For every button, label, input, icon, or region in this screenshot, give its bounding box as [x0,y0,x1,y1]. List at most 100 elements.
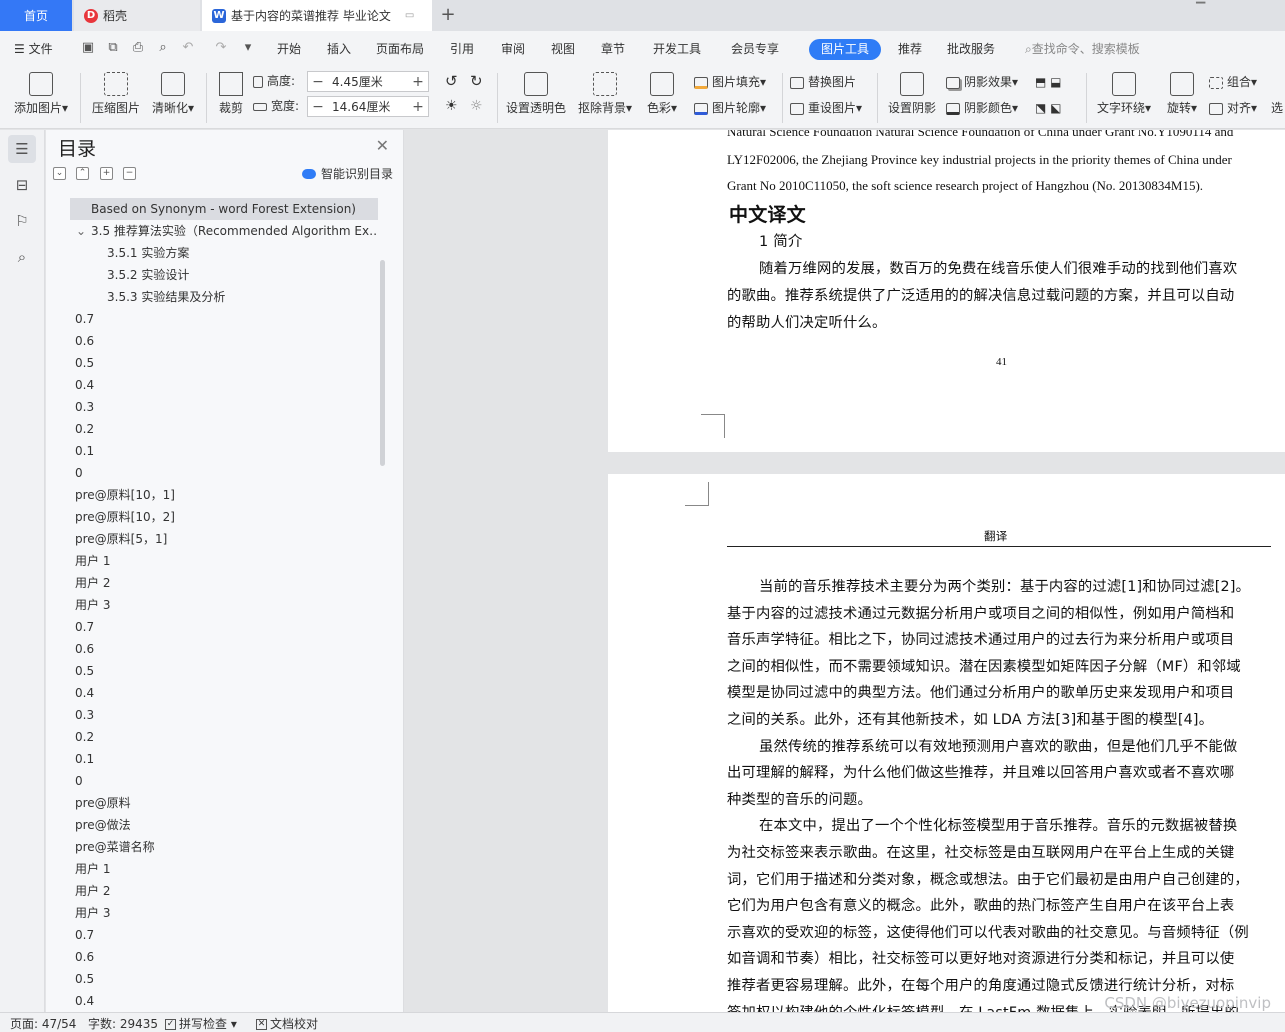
toc-item[interactable]: 0.4 [70,990,378,1010]
compress-picture-button[interactable]: 压缩图片 [88,67,144,116]
toc-item[interactable]: pre@原料[5，1] [70,528,378,550]
page-indicator[interactable]: 页面: 47/54 [10,1015,76,1032]
crop-button[interactable]: 裁剪 [214,67,248,116]
menu-recommend[interactable]: 推荐 [898,31,922,67]
toc-item[interactable]: 0.6 [70,330,378,352]
toc-item[interactable]: 0.5 [70,660,378,682]
tab-docer[interactable]: D 稻壳 [74,0,200,31]
toc-item[interactable]: 0.3 [70,704,378,726]
sharpen-button[interactable]: 清晰化▾ [148,67,198,116]
shadow-up-icon[interactable]: ⬒ ⬓ [1035,72,1062,92]
new-tab-button[interactable]: + [438,4,458,26]
tab-home[interactable]: 首页 [0,0,72,31]
align-button[interactable]: 对齐▾ [1209,98,1257,118]
more-quick-access-icon[interactable]: ▾ [240,40,256,56]
reset-picture-button[interactable]: 重设图片▾ [790,98,862,118]
toc-item[interactable]: 0.4 [70,682,378,704]
menu-correction[interactable]: 批改服务 [947,31,995,67]
set-transparent-button[interactable]: 设置透明色 [503,67,569,116]
smart-toc-button[interactable]: 智能识别目录 [301,165,393,182]
toc-panel-icon[interactable]: ☰ [8,135,36,163]
width-increase-button[interactable]: + [408,99,428,115]
add-heading-icon[interactable]: + [100,167,113,180]
menu-page-layout[interactable]: 页面布局 [376,31,424,67]
toc-item[interactable]: 0.7 [70,616,378,638]
width-spinner[interactable]: −14.64厘米 + [307,96,429,117]
toc-item[interactable]: 用户 3 [70,902,378,924]
height-increase-button[interactable]: + [408,74,428,90]
toc-item[interactable]: 0.2 [70,726,378,748]
menu-references[interactable]: 引用 [450,31,474,67]
search-panel-icon[interactable]: ⌕ [8,243,36,271]
document-area[interactable]: Natural Science Foundation Natural Scien… [405,130,1285,1012]
file-menu[interactable]: ☰ 文件 [14,31,53,67]
toc-heading-item[interactable]: Based on Synonym - word Forest Extension… [70,198,378,220]
rotate-left-icon[interactable]: ↺ [445,71,458,91]
close-icon[interactable]: ✕ [376,136,389,155]
group-button[interactable]: 组合▾ [1209,72,1257,92]
height-spinner[interactable]: −4.45厘米 + [307,71,429,92]
rotate-button[interactable]: 旋转▾ [1162,67,1202,116]
doc-proofread-button[interactable]: ✕ 文档校对 [256,1015,318,1032]
set-shadow-button[interactable]: 设置阴影 [884,67,940,116]
select-button[interactable]: 选 [1271,98,1283,118]
toc-item[interactable]: pre@原料[10，1] [70,484,378,506]
brightness-down-icon[interactable]: ☼ [470,96,483,116]
menu-start[interactable]: 开始 [277,31,301,67]
menu-insert[interactable]: 插入 [327,31,351,67]
toc-item[interactable]: 0.2 [70,418,378,440]
toc-item[interactable]: 0.4 [70,374,378,396]
spell-check-toggle[interactable]: ✓ 拼写检查 ▾ [165,1015,237,1032]
picture-fill-button[interactable]: 图片填充▾ [694,72,766,92]
toc-item[interactable]: 用户 2 [70,572,378,594]
command-search[interactable]: ⌕查找命令、搜索模板 [1025,31,1140,67]
save-icon[interactable]: ▣ [80,40,96,56]
toc-item[interactable]: 用户 3 [70,594,378,616]
toc-item[interactable]: 0.5 [70,352,378,374]
brightness-up-icon[interactable]: ☀ [445,96,458,116]
print-icon[interactable]: ⎙ [130,40,146,56]
toc-item[interactable]: 用户 1 [70,858,378,880]
outline-panel-icon[interactable]: ⊟ [8,171,36,199]
rotate-right-icon[interactable]: ↻ [470,71,483,91]
toc-item[interactable]: 用户 1 [70,550,378,572]
height-value[interactable]: 4.45厘米 [328,73,408,90]
collapse-all-icon[interactable]: ⌄ [53,167,66,180]
picture-outline-button[interactable]: 图片轮廓▾ [694,98,766,118]
shadow-color-button[interactable]: 阴影颜色▾ [946,98,1018,118]
expand-all-icon[interactable]: ⌃ [76,167,89,180]
toc-item[interactable]: 0.7 [70,308,378,330]
text-wrap-button[interactable]: 文字环绕▾ [1093,67,1155,116]
toc-item[interactable]: 0 [70,462,378,484]
toc-item[interactable]: pre@原料 [70,792,378,814]
remove-heading-icon[interactable]: − [123,167,136,180]
toc-item[interactable]: 0.6 [70,638,378,660]
replace-picture-button[interactable]: 替换图片 [790,72,856,92]
menu-review[interactable]: 审阅 [501,31,525,67]
menu-picture-tools[interactable]: 图片工具 [809,39,881,60]
toc-heading-item[interactable]: ⌄ 3.5 推荐算法实验（Recommended Algorithm Ex… [70,220,378,242]
width-decrease-button[interactable]: − [308,99,328,115]
toc-scrollbar[interactable] [380,260,385,466]
toc-item[interactable]: 0.1 [70,748,378,770]
shadow-down-icon[interactable]: ⬔ ⬕ [1035,98,1062,118]
toc-item[interactable]: 0.7 [70,924,378,946]
toc-heading-item[interactable]: 3.5.2 实验设计 [70,264,378,286]
toc-item[interactable]: 0.1 [70,440,378,462]
menu-developer[interactable]: 开发工具 [653,31,701,67]
expand-chevron-icon[interactable]: ⌄ [76,220,86,242]
tab-screen-icon[interactable]: ▭ [405,10,414,21]
toc-heading-item[interactable]: 3.5.3 实验结果及分析 [70,286,378,308]
bookmark-icon[interactable]: ⚐ [8,207,36,235]
color-button[interactable]: 色彩▾ [642,67,682,116]
toc-item[interactable]: 0.3 [70,396,378,418]
toc-item[interactable]: 用户 2 [70,880,378,902]
toc-item[interactable]: 0.5 [70,968,378,990]
menu-chapter[interactable]: 章节 [601,31,625,67]
document-page[interactable]: 翻译 当前的音乐推荐技术主要分为两个类别：基于内容的过滤[1]和协同过滤[2]。… [608,474,1285,1012]
menu-member[interactable]: 会员专享 [731,31,779,67]
undo-icon[interactable]: ↶ [180,40,196,56]
redo-icon[interactable]: ↷ [213,40,229,56]
shadow-effect-button[interactable]: 阴影效果▾ [946,72,1018,92]
toc-item[interactable]: pre@原料[10，2] [70,506,378,528]
